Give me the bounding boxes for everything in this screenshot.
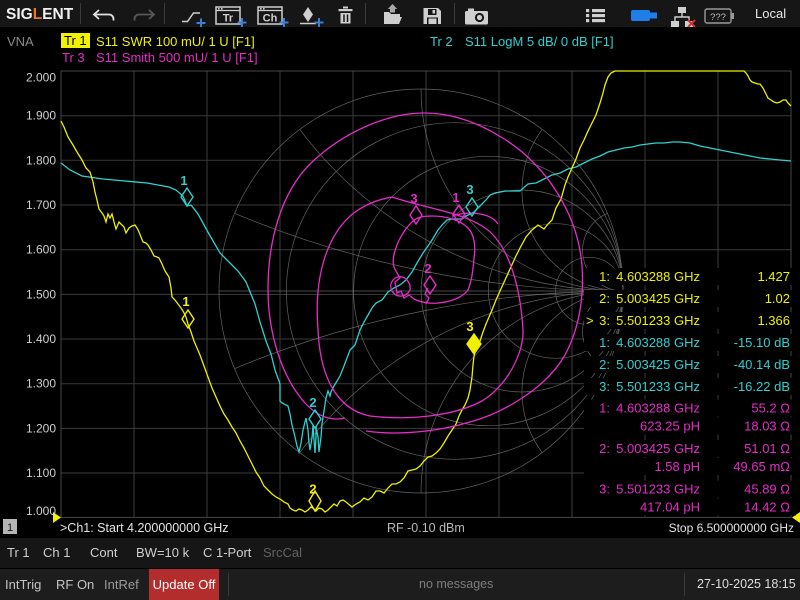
svg-text:4.603288 GHz: 4.603288 GHz bbox=[616, 269, 700, 284]
svg-text:1.500: 1.500 bbox=[26, 287, 56, 301]
svg-text:1: 1 bbox=[182, 294, 189, 309]
svg-text:51.01 Ω: 51.01 Ω bbox=[744, 441, 790, 456]
svg-text:2.000: 2.000 bbox=[26, 71, 56, 85]
svg-text:1:: 1: bbox=[599, 401, 610, 416]
svg-text:417.04 pH: 417.04 pH bbox=[640, 500, 700, 515]
svg-text:3:: 3: bbox=[599, 379, 610, 394]
svg-text:1.02: 1.02 bbox=[765, 291, 790, 306]
svg-text:2:: 2: bbox=[599, 441, 610, 456]
svg-text:2:: 2: bbox=[599, 291, 610, 306]
svg-text:5.501233 GHz: 5.501233 GHz bbox=[616, 379, 700, 394]
svg-text:1.400: 1.400 bbox=[26, 332, 56, 346]
svg-text:3: 3 bbox=[466, 319, 473, 334]
svg-text:1.427: 1.427 bbox=[757, 269, 790, 284]
svg-text:???: ??? bbox=[710, 12, 726, 23]
svg-text:4.603288 GHz: 4.603288 GHz bbox=[616, 401, 700, 416]
svg-text:55.2 Ω: 55.2 Ω bbox=[751, 401, 790, 416]
svg-text:RF -0.10 dBm: RF -0.10 dBm bbox=[387, 521, 465, 535]
svg-text:1.600: 1.600 bbox=[26, 243, 56, 257]
svg-text:-16.22 dB: -16.22 dB bbox=[734, 379, 790, 394]
svg-text:1: 1 bbox=[452, 190, 459, 205]
svg-text:5.003425 GHz: 5.003425 GHz bbox=[616, 441, 700, 456]
svg-text:49.65 mΩ: 49.65 mΩ bbox=[733, 459, 790, 474]
svg-text:3: 3 bbox=[410, 191, 417, 206]
svg-text:1.366: 1.366 bbox=[757, 313, 790, 328]
svg-text:5.003425 GHz: 5.003425 GHz bbox=[616, 291, 700, 306]
svg-text:1: 1 bbox=[180, 173, 187, 188]
svg-text:2: 2 bbox=[309, 482, 316, 497]
svg-text:5.501233 GHz: 5.501233 GHz bbox=[616, 482, 700, 497]
svg-text:5.003425 GHz: 5.003425 GHz bbox=[616, 357, 700, 372]
svg-text:45.89 Ω: 45.89 Ω bbox=[744, 482, 790, 497]
svg-text:>Ch1: Start 4.200000000 GHz: >Ch1: Start 4.200000000 GHz bbox=[60, 521, 229, 535]
svg-text:-40.14 dB: -40.14 dB bbox=[734, 357, 790, 372]
svg-text:3:: 3: bbox=[599, 482, 610, 497]
svg-text:3: 3 bbox=[466, 182, 473, 197]
svg-text:1.900: 1.900 bbox=[26, 109, 56, 123]
svg-text:1.700: 1.700 bbox=[26, 198, 56, 212]
svg-text:1.100: 1.100 bbox=[26, 466, 56, 480]
svg-text:Tr: Tr bbox=[223, 13, 234, 25]
svg-text:Ch: Ch bbox=[263, 13, 278, 25]
svg-text:2: 2 bbox=[309, 395, 316, 410]
svg-text:4.603288 GHz: 4.603288 GHz bbox=[616, 335, 700, 350]
svg-text:5.501233 GHz: 5.501233 GHz bbox=[616, 313, 700, 328]
svg-text:1.200: 1.200 bbox=[26, 421, 56, 435]
svg-text:3:: 3: bbox=[599, 313, 610, 328]
svg-text:1.58 pH: 1.58 pH bbox=[654, 459, 700, 474]
svg-text:14.42 Ω: 14.42 Ω bbox=[744, 500, 790, 515]
svg-text:1:: 1: bbox=[599, 335, 610, 350]
svg-text:1: 1 bbox=[7, 522, 13, 534]
svg-text:Stop 6.500000000 GHz: Stop 6.500000000 GHz bbox=[669, 521, 794, 535]
svg-text:18.03 Ω: 18.03 Ω bbox=[744, 419, 790, 434]
svg-text:623.25 pH: 623.25 pH bbox=[640, 419, 700, 434]
svg-text:1.300: 1.300 bbox=[26, 377, 56, 391]
svg-text:-15.10 dB: -15.10 dB bbox=[734, 335, 790, 350]
svg-text:1.800: 1.800 bbox=[26, 153, 56, 167]
svg-text:2: 2 bbox=[424, 261, 431, 276]
svg-text:1.000: 1.000 bbox=[26, 504, 56, 518]
svg-text:1:: 1: bbox=[599, 269, 610, 284]
svg-text:2:: 2: bbox=[599, 357, 610, 372]
svg-text:>: > bbox=[586, 313, 594, 328]
